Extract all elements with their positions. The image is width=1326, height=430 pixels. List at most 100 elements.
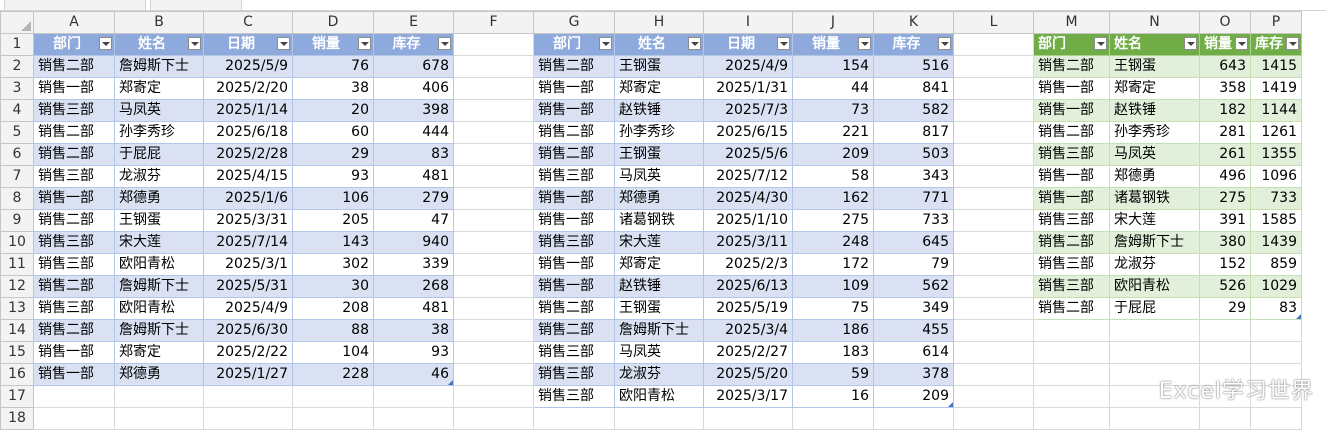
cell[interactable]	[373, 385, 454, 408]
cell[interactable]	[453, 55, 534, 78]
table-cell[interactable]: 2025/4/9	[703, 55, 793, 78]
cell[interactable]	[953, 275, 1034, 298]
table-cell[interactable]: 380	[1199, 231, 1251, 254]
table-cell[interactable]: 2025/7/14	[203, 231, 293, 254]
table-cell[interactable]: 2025/2/20	[203, 77, 293, 100]
table-cell[interactable]: 郑寄定	[114, 341, 204, 364]
filter-dropdown-icon[interactable]	[358, 37, 371, 50]
cell[interactable]	[953, 363, 1034, 386]
table-cell[interactable]: 2025/2/3	[703, 253, 793, 276]
table-cell[interactable]: 2025/3/1	[203, 253, 293, 276]
cell[interactable]	[1250, 407, 1302, 430]
cell[interactable]	[1199, 319, 1251, 342]
cell[interactable]	[1199, 341, 1251, 364]
tab-stub[interactable]	[150, 0, 242, 10]
cell[interactable]	[953, 231, 1034, 254]
table-cell[interactable]: 赵铁锤	[614, 99, 704, 122]
cell[interactable]	[953, 121, 1034, 144]
table-cell[interactable]: 郑德勇	[1109, 165, 1200, 188]
table-cell[interactable]: 销售一部	[33, 363, 115, 386]
table-cell[interactable]: 销售三部	[33, 297, 115, 320]
cell[interactable]	[953, 55, 1034, 78]
table-cell[interactable]: 143	[292, 231, 374, 254]
table-cell[interactable]: 销售二部	[533, 297, 615, 320]
table-cell[interactable]: 宋大莲	[1109, 209, 1200, 232]
cell[interactable]	[453, 121, 534, 144]
column-header[interactable]: F	[453, 11, 534, 34]
table-cell[interactable]: 859	[1250, 253, 1302, 276]
table-header-cell[interactable]: 销量	[1199, 33, 1251, 56]
table-cell[interactable]: 44	[792, 77, 874, 100]
table-cell[interactable]: 销售三部	[33, 253, 115, 276]
table-cell[interactable]: 29	[292, 143, 374, 166]
cell[interactable]	[953, 187, 1034, 210]
table-cell[interactable]: 88	[292, 319, 374, 342]
column-header[interactable]: A	[33, 11, 115, 34]
table-cell[interactable]: 王钢蛋	[614, 55, 704, 78]
table-cell[interactable]: 宋大莲	[114, 231, 204, 254]
table-cell[interactable]: 销售一部	[533, 275, 615, 298]
cell[interactable]	[953, 209, 1034, 232]
table-cell[interactable]: 2025/7/3	[703, 99, 793, 122]
filter-dropdown-icon[interactable]	[688, 37, 701, 50]
cell[interactable]	[953, 33, 1034, 56]
table-cell[interactable]: 销售二部	[33, 275, 115, 298]
table-cell[interactable]: 358	[1199, 77, 1251, 100]
cell[interactable]	[292, 407, 374, 430]
filter-dropdown-icon[interactable]	[99, 37, 112, 50]
table-cell[interactable]: 1585	[1250, 209, 1302, 232]
column-header[interactable]: H	[614, 11, 704, 34]
row-header[interactable]: 1	[0, 33, 34, 56]
cell[interactable]	[1033, 341, 1110, 364]
table-cell[interactable]: 60	[292, 121, 374, 144]
table-cell[interactable]: 73	[792, 99, 874, 122]
table-cell[interactable]: 销售三部	[33, 99, 115, 122]
cell[interactable]	[1033, 385, 1110, 408]
table-cell[interactable]: 614	[873, 341, 954, 364]
table-cell[interactable]: 马凤英	[614, 165, 704, 188]
table-cell[interactable]: 销售二部	[33, 209, 115, 232]
table-cell[interactable]: 104	[292, 341, 374, 364]
row-header[interactable]: 4	[0, 99, 34, 122]
row-header[interactable]: 2	[0, 55, 34, 78]
cell[interactable]	[953, 99, 1034, 122]
table-cell[interactable]: 182	[1199, 99, 1251, 122]
table-cell[interactable]: 詹姆斯下士	[114, 275, 204, 298]
table-cell[interactable]: 销售一部	[533, 253, 615, 276]
filter-dropdown-icon[interactable]	[438, 37, 451, 50]
table-header-cell[interactable]: 姓名	[114, 33, 204, 56]
table-cell[interactable]: 58	[792, 165, 874, 188]
table-cell[interactable]: 郑德勇	[614, 187, 704, 210]
cell[interactable]	[453, 275, 534, 298]
cell[interactable]	[953, 143, 1034, 166]
column-header[interactable]: I	[703, 11, 793, 34]
cell[interactable]	[453, 209, 534, 232]
cell[interactable]	[453, 253, 534, 276]
row-header[interactable]: 17	[0, 385, 34, 408]
table-cell[interactable]: 马凤英	[1109, 143, 1200, 166]
table-cell[interactable]: 343	[873, 165, 954, 188]
table-cell[interactable]: 詹姆斯下士	[114, 319, 204, 342]
table-header-cell[interactable]: 销量	[792, 33, 874, 56]
table-cell[interactable]: 59	[792, 363, 874, 386]
table-cell[interactable]: 339	[373, 253, 454, 276]
table-cell[interactable]: 281	[1199, 121, 1251, 144]
cell[interactable]	[453, 231, 534, 254]
table-cell[interactable]: 销售一部	[533, 187, 615, 210]
table-cell[interactable]: 154	[792, 55, 874, 78]
table-resize-handle-icon[interactable]	[448, 380, 453, 385]
cell[interactable]	[953, 385, 1034, 408]
row-header[interactable]: 14	[0, 319, 34, 342]
table-cell[interactable]: 733	[873, 209, 954, 232]
table-cell[interactable]: 221	[792, 121, 874, 144]
filter-dropdown-icon[interactable]	[777, 37, 790, 50]
table-cell[interactable]: 销售一部	[533, 209, 615, 232]
row-header[interactable]: 13	[0, 297, 34, 320]
table-cell[interactable]: 2025/6/15	[703, 121, 793, 144]
tab-stub[interactable]	[4, 0, 146, 10]
filter-dropdown-icon[interactable]	[938, 37, 951, 50]
table-cell[interactable]: 378	[873, 363, 954, 386]
table-cell[interactable]: 261	[1199, 143, 1251, 166]
cell[interactable]	[203, 407, 293, 430]
cell[interactable]	[953, 341, 1034, 364]
